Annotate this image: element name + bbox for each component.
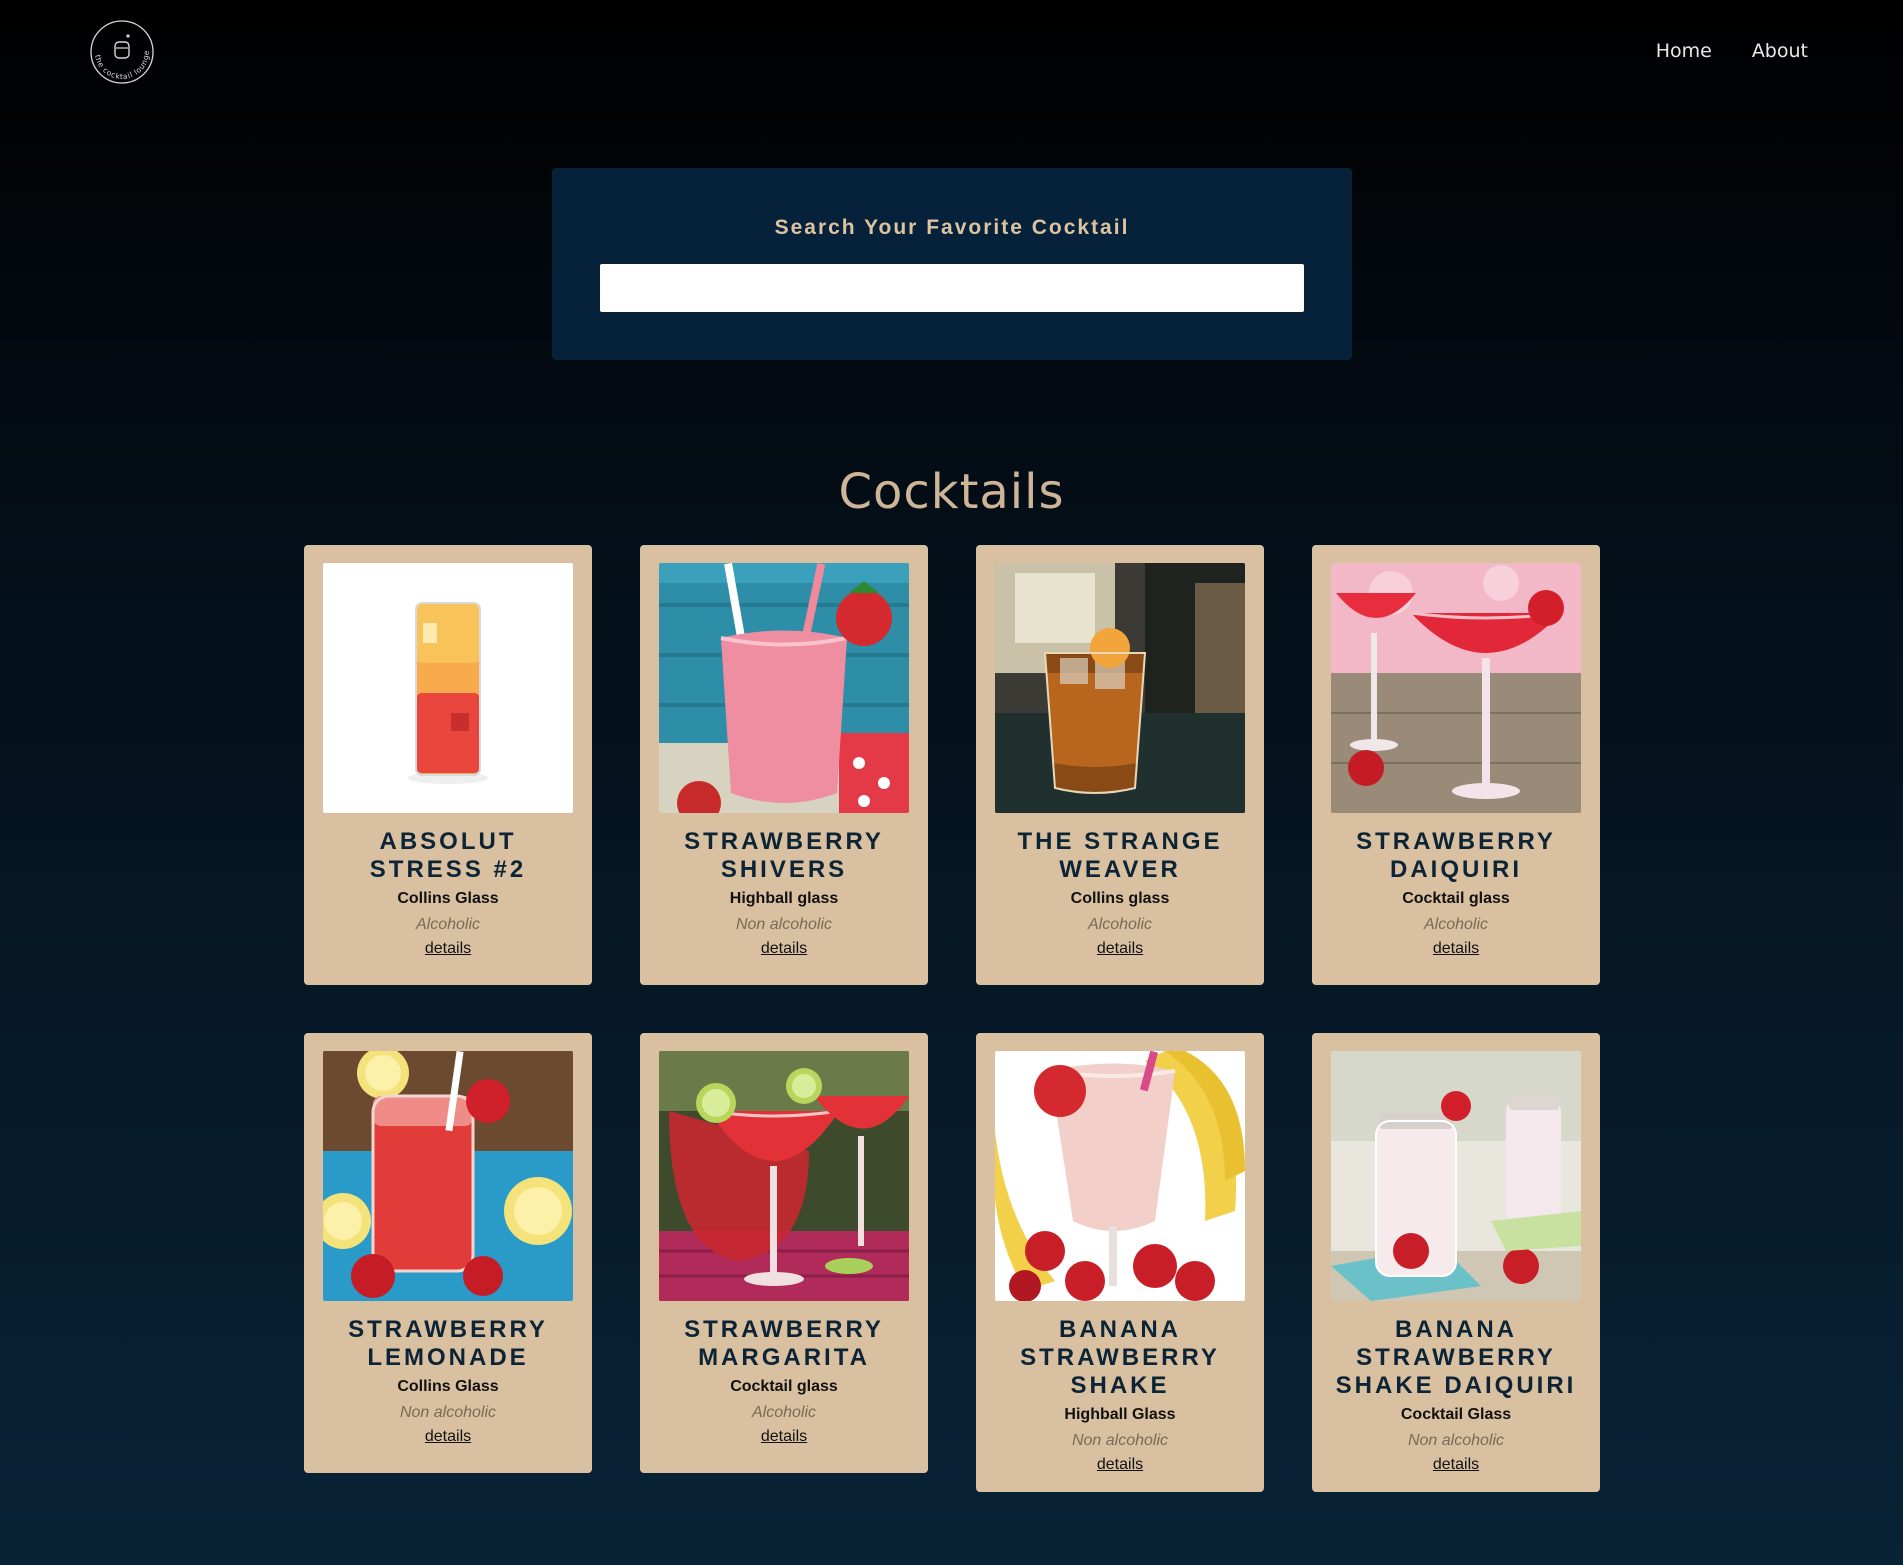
cocktail-name: The Strange Weaver (1017, 828, 1223, 883)
details-link[interactable]: details (761, 940, 807, 957)
search-label: Search Your Favorite Cocktail (774, 216, 1130, 239)
cocktail-image (659, 563, 909, 813)
cocktail-search-input[interactable] (600, 264, 1304, 312)
cocktail-name: Banana Strawberry Shake Daiquiri (1335, 1316, 1577, 1399)
cocktail-alcoholic-type: Alcoholic (1423, 916, 1489, 933)
cocktail-card: Banana Strawberry Shake Daiquiri Cocktai… (1312, 1033, 1600, 1492)
cocktail-card: Strawberry Shivers Highball glass Non al… (640, 545, 928, 985)
cocktail-alcoholic-type: Alcoholic (1087, 916, 1153, 933)
cocktail-image (995, 563, 1245, 813)
cocktail-alcoholic-type: Alcoholic (415, 916, 481, 933)
cocktail-card: The Strange Weaver Collins glass Alcohol… (976, 545, 1264, 985)
cocktail-glass: Highball Glass (1064, 1406, 1176, 1423)
cocktail-alcoholic-type: Non alcoholic (1071, 1432, 1169, 1449)
cocktail-card: Strawberry Daiquiri Cocktail glass Alcoh… (1312, 545, 1600, 985)
cocktail-glass: Cocktail Glass (1400, 1406, 1512, 1423)
cocktail-name: Strawberry Margarita (684, 1316, 884, 1371)
cocktail-image (659, 1051, 909, 1301)
cocktail-image (323, 563, 573, 813)
cocktail-lounge-logo[interactable]: the cocktail lounge (87, 18, 157, 86)
cocktail-alcoholic-type: Non alcoholic (1407, 1432, 1505, 1449)
cocktail-name: Strawberry Lemonade (348, 1316, 548, 1371)
details-link[interactable]: details (425, 1428, 471, 1445)
cocktail-card: Banana Strawberry Shake Highball Glass N… (976, 1033, 1264, 1492)
cocktail-name: Banana Strawberry Shake (1020, 1316, 1220, 1399)
cocktail-glass: Collins Glass (397, 890, 499, 907)
cocktail-card: Absolut Stress #2 Collins Glass Alcoholi… (304, 545, 592, 985)
cocktail-card: Strawberry Margarita Cocktail glass Alco… (640, 1033, 928, 1473)
cocktail-grid: Absolut Stress #2 Collins Glass Alcoholi… (304, 545, 1600, 1492)
nav-about-link[interactable]: About (1752, 40, 1808, 62)
cocktail-name: Absolut Stress #2 (369, 828, 527, 883)
cocktail-alcoholic-type: Non alcoholic (399, 1404, 497, 1421)
nav-links: Home About (1656, 40, 1808, 62)
cocktail-image (323, 1051, 573, 1301)
cocktail-glass: Collins Glass (397, 1378, 499, 1395)
cocktail-glass: Collins glass (1070, 890, 1170, 907)
cocktail-name: Strawberry Shivers (684, 828, 884, 883)
details-link[interactable]: details (1097, 1456, 1143, 1473)
cocktail-alcoholic-type: Non alcoholic (735, 916, 833, 933)
details-link[interactable]: details (1433, 940, 1479, 957)
search-panel: Search Your Favorite Cocktail (552, 168, 1352, 360)
top-navbar: the cocktail lounge Home About (0, 0, 1903, 105)
details-link[interactable]: details (425, 940, 471, 957)
cocktail-glass: Cocktail glass (730, 1378, 838, 1395)
cocktails-section-title: Cocktails (838, 463, 1065, 520)
cocktail-alcoholic-type: Alcoholic (751, 1404, 817, 1421)
cocktail-image (1331, 1051, 1581, 1301)
cocktail-image (1331, 563, 1581, 813)
details-link[interactable]: details (761, 1428, 807, 1445)
nav-home-link[interactable]: Home (1656, 40, 1712, 62)
cocktail-card: Strawberry Lemonade Collins Glass Non al… (304, 1033, 592, 1473)
details-link[interactable]: details (1433, 1456, 1479, 1473)
cocktail-image (995, 1051, 1245, 1301)
details-link[interactable]: details (1097, 940, 1143, 957)
cocktail-glass: Highball glass (729, 890, 839, 907)
cocktail-glass: Cocktail glass (1402, 890, 1510, 907)
cocktail-name: Strawberry Daiquiri (1356, 828, 1556, 883)
